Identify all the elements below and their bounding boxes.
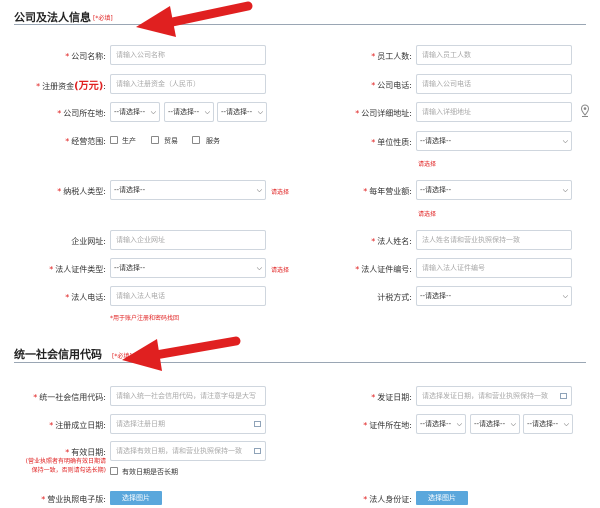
annotation-arrow-top-shape — [136, 1, 253, 37]
annotation-arrow-top — [122, 1, 253, 371]
annotation-arrow-bottom-shape — [122, 336, 241, 371]
